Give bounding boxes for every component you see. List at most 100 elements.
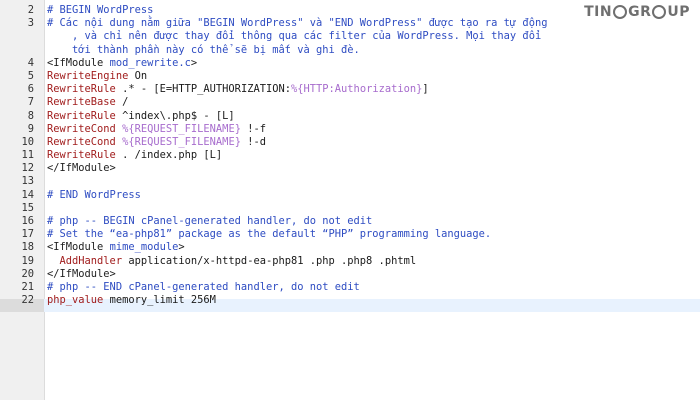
logo-ring-icon — [652, 5, 667, 19]
code-token: %{HTTP:Authorization} — [291, 83, 423, 96]
code-text: # BEGIN WordPress — [47, 4, 153, 17]
code-token: </IfModule> — [47, 267, 116, 280]
code-text: AddHandler application/x-httpd-ea-php81 … — [47, 254, 417, 268]
code-text: <IfModule mod_rewrite.c> — [47, 57, 197, 70]
code-token: On — [128, 69, 148, 82]
logo-ring-icon — [613, 5, 628, 19]
code-token: <IfModule — [47, 56, 110, 69]
code-token: mod_rewrite.c — [109, 56, 191, 69]
code-token: # Các nội dung nằm giữa "BEGIN WordPress… — [47, 17, 548, 30]
code-token: %{REQUEST_FILENAME} — [122, 122, 241, 135]
code-token: RewriteRule — [47, 109, 116, 122]
code-line[interactable]: 14 # END WordPress — [0, 189, 700, 202]
code-line[interactable]: tới thành phần này có thể sẽ bị mất và g… — [0, 44, 700, 57]
code-line[interactable]: 6 RewriteRule .* - [E=HTTP_AUTHORIZATION:… — [0, 83, 700, 96]
line-number: 9 — [27, 122, 34, 135]
line-number: 8 — [27, 109, 34, 122]
code-text: php_value memory_limit 256M — [47, 294, 216, 307]
code-text: , và chỉ nên được thay đổi thông qua các… — [47, 30, 541, 43]
code-line[interactable]: , và chỉ nên được thay đổi thông qua các… — [0, 30, 700, 43]
code-text: # php -- BEGIN cPanel-generated handler,… — [47, 215, 372, 228]
line-number: 18 — [21, 241, 34, 254]
line-number: 22 — [21, 294, 34, 307]
code-token: </IfModule> — [47, 162, 116, 175]
code-editor[interactable]: 2 # BEGIN WordPress 3 # Các nội dung nằm gi… — [0, 0, 700, 400]
code-line[interactable]: 17 # Set the “ea-php81” package as the de… — [0, 228, 700, 241]
code-text: RewriteBase / — [47, 96, 128, 109]
code-line[interactable]: 22 php_value memory_limit 256M — [0, 294, 700, 307]
code-line[interactable]: 21 # php -- END cPanel-generated handler,… — [0, 281, 700, 294]
code-token: # Set the “ea-php81” package as the defa… — [47, 228, 492, 241]
code-token: %{REQUEST_FILENAME} — [122, 135, 241, 148]
code-line[interactable]: 8 RewriteRule ^index\.php$ - [L] — [0, 110, 700, 123]
code-line[interactable]: 19 AddHandler application/x-httpd-ea-php… — [0, 255, 700, 268]
code-text: # Các nội dung nằm giữa "BEGIN WordPress… — [47, 17, 547, 30]
code-token: RewriteRule — [47, 83, 116, 96]
code-token: tới thành phần này có thể sẽ bị mất và g… — [47, 43, 360, 56]
code-text: </IfModule> — [47, 162, 116, 175]
code-text: RewriteRule ^index\.php$ - [L] — [47, 110, 235, 123]
code-text: # Set the “ea-php81” package as the defa… — [47, 228, 491, 241]
code-token: # php -- END cPanel-generated handler, d… — [47, 280, 360, 293]
code-line[interactable]: 11 RewriteRule . /index.php [L] — [0, 149, 700, 162]
code-line[interactable]: 15 — [0, 202, 700, 215]
code-line[interactable]: 5 RewriteEngine On — [0, 70, 700, 83]
line-number: 3 — [27, 17, 34, 30]
line-number: 2 — [27, 4, 34, 16]
code-token: php_value — [47, 294, 104, 307]
code-token: !-f — [240, 122, 266, 135]
code-token: RewriteBase — [47, 96, 116, 109]
code-token: AddHandler — [59, 254, 123, 267]
code-token: RewriteEngine — [47, 69, 129, 82]
code-text: <IfModule mime_module> — [47, 241, 185, 254]
code-line[interactable]: 16 # php -- BEGIN cPanel-generated handle… — [0, 215, 700, 228]
code-token: ] — [422, 83, 429, 96]
line-number: 4 — [27, 56, 34, 69]
line-number: 7 — [27, 96, 34, 109]
code-line[interactable]: 4 <IfModule mod_rewrite.c> — [0, 57, 700, 70]
line-number: 12 — [21, 162, 34, 175]
code-token: > — [190, 56, 198, 69]
code-line[interactable]: 12 </IfModule> — [0, 162, 700, 175]
code-text: # END WordPress — [47, 189, 141, 202]
code-text: tới thành phần này có thể sẽ bị mất và g… — [47, 44, 360, 57]
code-lines[interactable]: 2 # BEGIN WordPress 3 # Các nội dung nằm gi… — [0, 4, 700, 307]
line-number: 5 — [27, 69, 34, 82]
code-line[interactable]: 7 RewriteBase / — [0, 96, 700, 109]
code-token: application/x-httpd-ea-php81 .php .php8 … — [122, 254, 417, 267]
line-number: 20 — [21, 267, 34, 280]
logo-text-left: TIN — [584, 4, 613, 20]
line-number: 6 — [27, 83, 34, 96]
code-token: # BEGIN WordPress — [47, 4, 154, 16]
logo-text-right: UP — [667, 4, 690, 20]
code-token: ^index\.php$ - [L] — [115, 109, 235, 122]
code-line[interactable]: 20 </IfModule> — [0, 268, 700, 281]
line-number: 16 — [21, 215, 34, 227]
code-token: > — [178, 241, 185, 254]
line-number: 14 — [21, 188, 34, 201]
code-token: !-d — [240, 135, 266, 148]
line-number: 13 — [21, 175, 34, 188]
code-text: RewriteCond %{REQUEST_FILENAME} !-d — [47, 136, 266, 149]
code-token: , và chỉ nên được thay đổi thông qua các… — [47, 30, 542, 43]
code-text: RewriteEngine On — [47, 70, 147, 83]
code-text: RewriteCond %{REQUEST_FILENAME} !-f — [47, 123, 266, 136]
code-token: RewriteCond — [47, 135, 116, 148]
code-token: # php -- BEGIN cPanel-generated handler,… — [47, 215, 373, 227]
code-text: RewriteRule . /index.php [L] — [47, 149, 222, 162]
code-token: <IfModule — [47, 241, 110, 254]
code-text: </IfModule> — [47, 268, 116, 281]
line-number: 19 — [21, 254, 34, 267]
code-line[interactable]: 9 RewriteCond %{REQUEST_FILENAME} !-f — [0, 123, 700, 136]
code-token: mime_module — [109, 241, 179, 254]
line-number: 17 — [21, 228, 34, 241]
code-token: .* - [E=HTTP_AUTHORIZATION: — [115, 83, 291, 96]
logo-text-mid: GR — [628, 4, 652, 20]
code-token: # END WordPress — [47, 188, 141, 201]
code-line[interactable]: 13 — [0, 175, 700, 188]
code-line[interactable]: 10 RewriteCond %{REQUEST_FILENAME} !-d — [0, 136, 700, 149]
code-token: . /index.php [L] — [115, 149, 223, 162]
line-number: 11 — [21, 149, 34, 162]
code-line[interactable]: 18 <IfModule mime_module> — [0, 241, 700, 254]
